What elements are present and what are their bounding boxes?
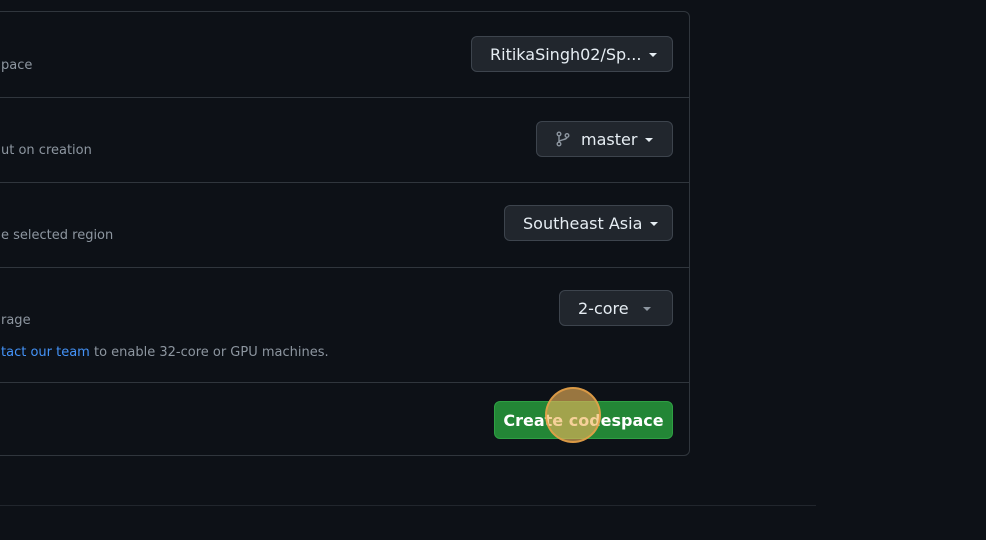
region-select-button[interactable]: Southeast Asia bbox=[504, 205, 673, 241]
machine-type-description: rage bbox=[1, 313, 31, 328]
caret-down-icon bbox=[649, 53, 658, 57]
caret-down-icon bbox=[642, 307, 651, 311]
codespace-options-panel: pace ut on creation e selected region ra… bbox=[0, 11, 690, 456]
codespace-creation-page: pace ut on creation e selected region ra… bbox=[0, 0, 986, 540]
repository-description: pace bbox=[1, 58, 33, 73]
machine-upgrade-note: tact our team to enable 32-core or GPU m… bbox=[1, 345, 329, 360]
branch-select-label: master bbox=[581, 129, 638, 149]
machine-upgrade-note-text: to enable 32-core or GPU machines. bbox=[89, 345, 329, 360]
repository-select-button[interactable]: RitikaSingh02/Sp... bbox=[471, 36, 673, 72]
git-branch-icon bbox=[556, 131, 570, 147]
branch-description: ut on creation bbox=[1, 143, 92, 158]
region-select-label: Southeast Asia bbox=[523, 213, 643, 233]
machine-type-select-label: 2-core bbox=[578, 298, 629, 318]
caret-down-icon bbox=[650, 222, 659, 226]
caret-down-icon bbox=[645, 138, 654, 142]
region-description: e selected region bbox=[1, 228, 114, 243]
repository-select-label: RitikaSingh02/Sp... bbox=[490, 44, 642, 64]
machine-type-select-button[interactable]: 2-core bbox=[559, 290, 673, 326]
create-codespace-button[interactable]: Create codespace bbox=[494, 401, 673, 439]
branch-select-button[interactable]: master bbox=[536, 121, 673, 157]
section-divider bbox=[0, 505, 816, 506]
contact-team-link[interactable]: tact our team bbox=[1, 345, 90, 360]
